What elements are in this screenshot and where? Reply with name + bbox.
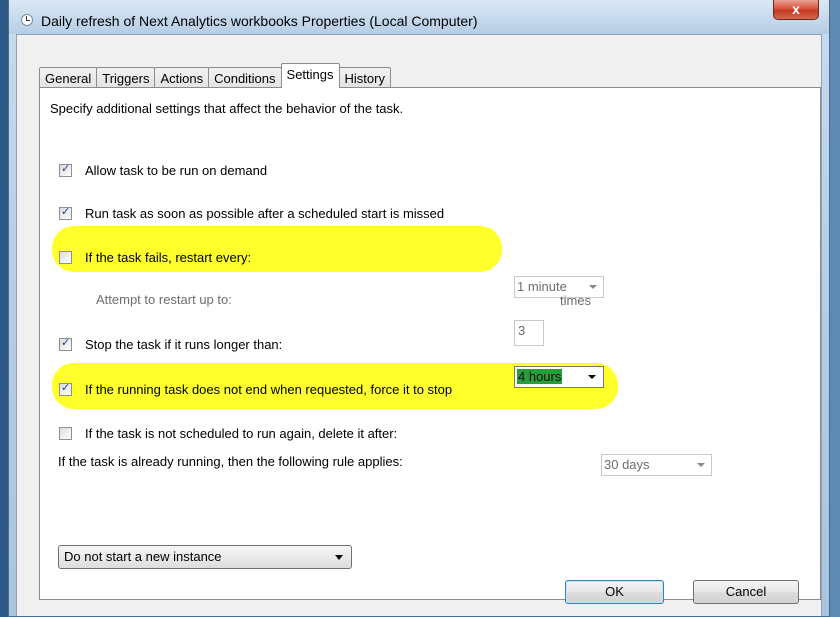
tab-settings[interactable]: Settings (280, 63, 340, 88)
chevron-down-icon (589, 285, 597, 289)
chevron-down-icon (588, 375, 596, 379)
tab-history[interactable]: History (338, 67, 391, 88)
running-rule-label: If the task is already running, then the… (58, 454, 403, 469)
run-asap-row: Run task as soon as possible after a sch… (59, 205, 445, 221)
chevron-down-icon (335, 555, 343, 560)
running-rule-select[interactable]: Do not start a new instance (58, 545, 352, 569)
title-bar[interactable]: Daily refresh of Next Analytics workbook… (9, 0, 829, 34)
delete-duration-value: 30 days (604, 457, 650, 472)
restart-on-fail-row: If the task fails, restart every: (59, 250, 251, 265)
stop-if-longer-row: Stop the task if it runs longer than: (59, 336, 283, 352)
ok-button[interactable]: OK (565, 580, 664, 604)
tab-strip: General Triggers Actions Conditions Sett… (39, 63, 391, 88)
stop-duration-value: 4 hours (517, 369, 563, 384)
restart-on-fail-label: If the task fails, restart every: (85, 250, 252, 265)
allow-on-demand-label: Allow task to be run on demand (85, 163, 268, 178)
window-title: Daily refresh of Next Analytics workbook… (41, 13, 478, 29)
tab-triggers[interactable]: Triggers (96, 67, 156, 88)
dialog-client-area: General Triggers Actions Conditions Sett… (16, 34, 822, 616)
close-button[interactable]: x (773, 0, 819, 20)
delete-if-not-scheduled-label: If the task is not scheduled to run agai… (85, 426, 398, 441)
stop-if-longer-checkbox[interactable] (59, 336, 72, 351)
settings-panel: Specify additional settings that affect … (39, 87, 821, 600)
delete-if-not-scheduled-checkbox[interactable] (59, 427, 72, 440)
highlight-run-asap (52, 226, 502, 272)
tab-conditions[interactable]: Conditions (208, 67, 282, 88)
tab-general[interactable]: General (39, 67, 98, 88)
run-asap-label: Run task as soon as possible after a sch… (85, 206, 445, 221)
delete-duration-combo[interactable]: 30 days (601, 454, 712, 476)
restart-on-fail-checkbox[interactable] (59, 251, 72, 264)
force-stop-label: If the running task does not end when re… (85, 382, 453, 397)
delete-if-not-scheduled-row: If the task is not scheduled to run agai… (59, 426, 397, 441)
settings-description: Specify additional settings that affect … (50, 101, 404, 116)
force-stop-checkbox[interactable] (59, 381, 72, 396)
clock-icon (21, 14, 33, 26)
restart-interval-value: 1 minute (517, 279, 567, 294)
force-stop-row: If the running task does not end when re… (59, 381, 453, 397)
running-rule-value: Do not start a new instance (64, 549, 222, 564)
background-right-edge (830, 0, 840, 617)
cancel-button[interactable]: Cancel (693, 580, 799, 604)
stop-duration-combo[interactable]: 4 hours (514, 366, 604, 388)
run-asap-checkbox[interactable] (59, 205, 72, 220)
restart-attempts-unit: times (560, 293, 592, 308)
restart-attempts-input[interactable]: 3 (514, 320, 544, 346)
allow-on-demand-row: Allow task to be run on demand (59, 162, 268, 178)
tab-actions[interactable]: Actions (154, 67, 210, 88)
properties-dialog: Daily refresh of Next Analytics workbook… (8, 0, 830, 617)
allow-on-demand-checkbox[interactable] (59, 162, 72, 177)
chevron-down-icon (697, 463, 705, 467)
restart-attempts-label: Attempt to restart up to: (96, 292, 232, 307)
stop-if-longer-label: Stop the task if it runs longer than: (85, 337, 283, 352)
background-left-edge (0, 0, 8, 617)
